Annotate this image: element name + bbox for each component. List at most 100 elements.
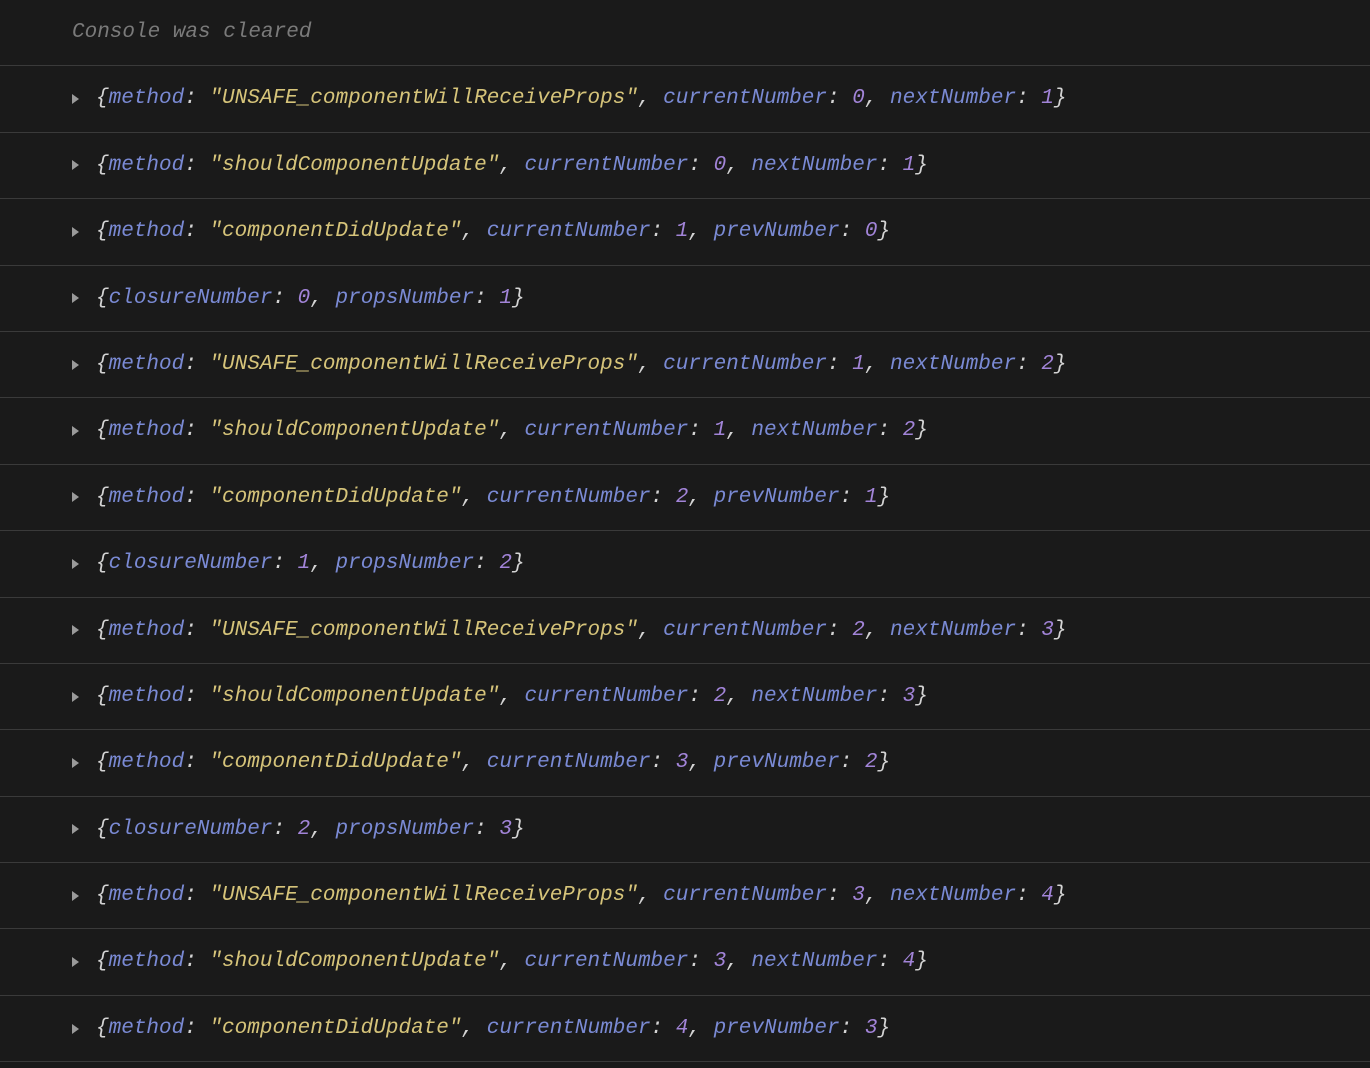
expand-arrow-icon[interactable] (72, 293, 79, 303)
expand-arrow-icon[interactable] (72, 360, 79, 370)
object-key: currentNumber (487, 486, 651, 509)
console-log-row[interactable]: {method: "shouldComponentUpdate", curren… (0, 664, 1370, 730)
expand-arrow-icon[interactable] (72, 94, 79, 104)
comma: , (638, 619, 663, 642)
object-number-value: 3 (852, 884, 865, 907)
log-object: {method: "UNSAFE_componentWillReceivePro… (96, 619, 1067, 642)
object-number-value: 1 (903, 154, 916, 177)
object-key: nextNumber (890, 884, 1016, 907)
brace-open: { (96, 818, 109, 841)
colon: : (184, 220, 209, 243)
expand-arrow-icon[interactable] (72, 426, 79, 436)
object-number-value: 3 (1041, 619, 1054, 642)
object-number-value: 4 (903, 950, 916, 973)
console-log-row[interactable]: {method: "UNSAFE_componentWillReceivePro… (0, 66, 1370, 132)
object-key: currentNumber (525, 154, 689, 177)
colon: : (184, 685, 209, 708)
console-log-row[interactable]: {method: "UNSAFE_componentWillReceivePro… (0, 598, 1370, 664)
log-object: {method: "componentDidUpdate", currentNu… (96, 486, 890, 509)
object-number-value: 1 (714, 419, 727, 442)
colon: : (827, 87, 852, 110)
expand-arrow-icon[interactable] (72, 492, 79, 502)
colon: : (840, 486, 865, 509)
comma: , (310, 818, 335, 841)
colon: : (840, 751, 865, 774)
object-number-value: 1 (298, 552, 311, 575)
object-number-value: 3 (714, 950, 727, 973)
console-log-row[interactable]: {method: "shouldComponentUpdate", curren… (0, 929, 1370, 995)
object-number-value: 0 (865, 220, 878, 243)
comma: , (726, 950, 751, 973)
object-number-value: 1 (499, 287, 512, 310)
brace-close: } (1054, 884, 1067, 907)
object-number-value: 0 (714, 154, 727, 177)
log-object: {method: "componentDidUpdate", currentNu… (96, 1017, 890, 1040)
expand-arrow-icon[interactable] (72, 625, 79, 635)
colon: : (184, 884, 209, 907)
colon: : (474, 552, 499, 575)
brace-open: { (96, 87, 109, 110)
object-string-value: "UNSAFE_componentWillReceiveProps" (209, 353, 637, 376)
brace-close: } (915, 685, 928, 708)
console-log-row[interactable]: {method: "componentDidUpdate", currentNu… (0, 465, 1370, 531)
cleared-text: Console was cleared (72, 21, 311, 44)
colon: : (272, 552, 297, 575)
brace-close: } (877, 220, 890, 243)
expand-arrow-icon[interactable] (72, 160, 79, 170)
expand-arrow-icon[interactable] (72, 758, 79, 768)
colon: : (1016, 353, 1041, 376)
object-number-value: 2 (676, 486, 689, 509)
object-number-value: 2 (903, 419, 916, 442)
object-string-value: "componentDidUpdate" (209, 486, 461, 509)
empty-row (0, 1062, 1370, 1068)
expand-arrow-icon[interactable] (72, 957, 79, 967)
log-object: {method: "componentDidUpdate", currentNu… (96, 220, 890, 243)
brace-open: { (96, 619, 109, 642)
console-log-row[interactable]: {method: "componentDidUpdate", currentNu… (0, 730, 1370, 796)
expand-arrow-icon[interactable] (72, 227, 79, 237)
console-log-row[interactable]: {method: "UNSAFE_componentWillReceivePro… (0, 863, 1370, 929)
object-key: method (109, 353, 185, 376)
console-log-row[interactable]: {method: "componentDidUpdate", currentNu… (0, 996, 1370, 1062)
colon: : (272, 818, 297, 841)
expand-arrow-icon[interactable] (72, 824, 79, 834)
expand-arrow-icon[interactable] (72, 559, 79, 569)
object-number-value: 0 (852, 87, 865, 110)
object-key: currentNumber (663, 619, 827, 642)
expand-arrow-icon[interactable] (72, 1024, 79, 1034)
console-log-row[interactable]: {method: "componentDidUpdate", currentNu… (0, 199, 1370, 265)
expand-arrow-icon[interactable] (72, 692, 79, 702)
expand-arrow-icon[interactable] (72, 891, 79, 901)
brace-close: } (1054, 87, 1067, 110)
colon: : (184, 619, 209, 642)
log-object: {method: "shouldComponentUpdate", curren… (96, 950, 928, 973)
colon: : (1016, 87, 1041, 110)
colon: : (877, 950, 902, 973)
console-log-row[interactable]: {closureNumber: 2, propsNumber: 3} (0, 797, 1370, 863)
object-key: method (109, 154, 185, 177)
console-log-row[interactable]: {method: "shouldComponentUpdate", curren… (0, 398, 1370, 464)
console-log-row[interactable]: {method: "shouldComponentUpdate", curren… (0, 133, 1370, 199)
console-log-row[interactable]: {method: "UNSAFE_componentWillReceivePro… (0, 332, 1370, 398)
object-key: propsNumber (335, 818, 474, 841)
comma: , (499, 419, 524, 442)
console-log-row[interactable]: {closureNumber: 1, propsNumber: 2} (0, 531, 1370, 597)
brace-open: { (96, 419, 109, 442)
object-number-value: 1 (852, 353, 865, 376)
object-key: currentNumber (487, 1017, 651, 1040)
brace-open: { (96, 287, 109, 310)
colon: : (474, 287, 499, 310)
colon: : (184, 486, 209, 509)
object-key: method (109, 1017, 185, 1040)
object-string-value: "UNSAFE_componentWillReceiveProps" (209, 884, 637, 907)
object-key: prevNumber (714, 751, 840, 774)
colon: : (651, 220, 676, 243)
object-key: nextNumber (751, 419, 877, 442)
object-key: prevNumber (714, 1017, 840, 1040)
object-number-value: 3 (499, 818, 512, 841)
console-log-row[interactable]: {closureNumber: 0, propsNumber: 1} (0, 266, 1370, 332)
log-object: {method: "UNSAFE_componentWillReceivePro… (96, 884, 1067, 907)
brace-open: { (96, 685, 109, 708)
comma: , (865, 884, 890, 907)
comma: , (499, 950, 524, 973)
